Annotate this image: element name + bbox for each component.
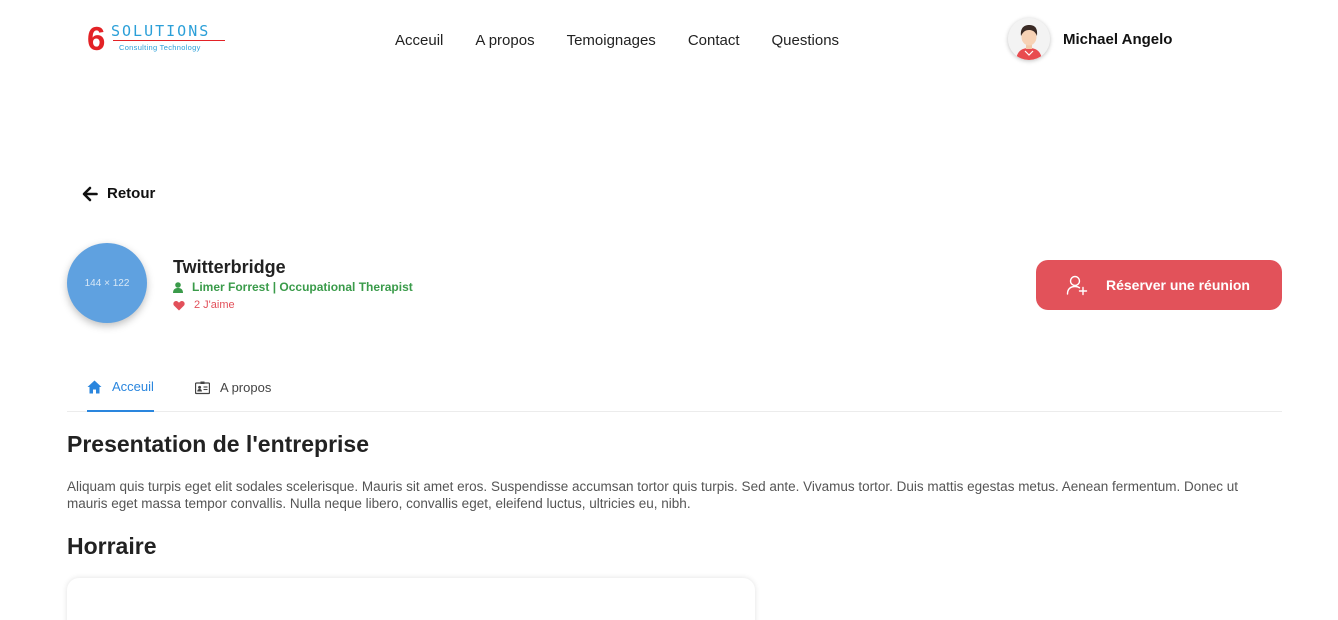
profile-tabs: Acceuil A propos <box>67 369 1282 412</box>
tab-acceuil-label: Acceuil <box>112 379 154 394</box>
logo-tagline: Consulting Technology <box>119 43 201 52</box>
logo-number: 6 <box>87 20 105 57</box>
logo-word: SOLUTIONS <box>111 22 211 40</box>
company-name: Twitterbridge <box>173 257 286 277</box>
header: 6 SOLUTIONS Consulting Technology Acceui… <box>0 0 1338 82</box>
add-user-icon <box>1066 275 1088 296</box>
user-menu[interactable]: Michael Angelo <box>1008 18 1172 60</box>
book-meeting-label: Réserver une réunion <box>1106 277 1250 293</box>
avatar[interactable] <box>1008 18 1050 60</box>
nav-item-acceuil[interactable]: Acceuil <box>395 31 443 51</box>
user-name[interactable]: Michael Angelo <box>1063 31 1172 48</box>
owner-label: Limer Forrest | Occupational Therapist <box>192 280 413 294</box>
company-owner: Limer Forrest | Occupational Therapist <box>173 280 413 294</box>
back-link[interactable]: Retour <box>82 185 155 202</box>
book-meeting-button[interactable]: Réserver une réunion <box>1036 260 1282 310</box>
heart-icon <box>173 300 185 310</box>
presentation-title: Presentation de l'entreprise <box>67 431 370 457</box>
nav-item-a-propos[interactable]: A propos <box>475 31 534 51</box>
avatar-person-icon <box>1008 18 1050 60</box>
schedule-title: Horraire <box>67 533 157 559</box>
company-logo-placeholder: 144 × 122 <box>67 243 147 323</box>
nav-item-contact[interactable]: Contact <box>688 31 740 51</box>
id-card-icon <box>195 381 210 394</box>
logo[interactable]: 6 SOLUTIONS Consulting Technology <box>87 22 227 56</box>
nav-item-temoignages[interactable]: Temoignages <box>567 31 656 51</box>
tab-a-propos[interactable]: A propos <box>195 369 271 412</box>
likes-count[interactable]: 2 J'aime <box>173 299 235 311</box>
schedule-card <box>67 578 755 620</box>
tab-a-propos-label: A propos <box>220 380 272 395</box>
user-icon <box>173 281 183 293</box>
back-label: Retour <box>107 185 156 202</box>
likes-label: 2 J'aime <box>194 299 235 311</box>
home-icon <box>87 380 102 393</box>
nav-item-questions[interactable]: Questions <box>772 31 840 51</box>
logo-divider <box>113 40 225 41</box>
arrow-left-icon <box>82 186 98 201</box>
tab-acceuil[interactable]: Acceuil <box>87 369 154 412</box>
main-nav: Acceuil A propos Temoignages Contact Que… <box>395 31 871 51</box>
presentation-text: Aliquam quis turpis eget elit sodales sc… <box>67 479 1239 511</box>
